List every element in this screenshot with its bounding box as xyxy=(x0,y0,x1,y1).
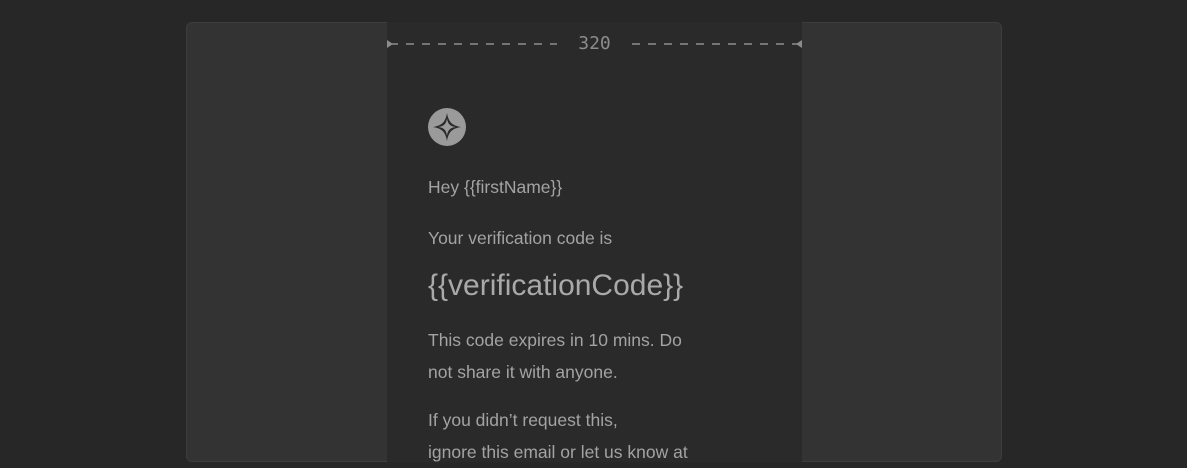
width-label: 320 xyxy=(387,33,802,54)
expiry-paragraph: This code expires in 10 mins. Do not sha… xyxy=(428,324,728,388)
greeting-text: Hey {{firstName}} xyxy=(428,177,563,197)
intro-text: Your verification code is xyxy=(428,228,613,248)
verification-code: {{verificationCode}} xyxy=(428,269,684,302)
email-preview-column: 320 Hey {{firstName}} Your verification … xyxy=(387,22,802,462)
ignore-line: ignore this email or let us know at xyxy=(428,442,688,462)
ignore-paragraph: If you didn’t request this, ignore this … xyxy=(428,404,748,468)
expiry-line: not share it with anyone. xyxy=(428,362,618,382)
ignore-line: If you didn’t request this, xyxy=(428,410,618,430)
expiry-line: This code expires in 10 mins. Do xyxy=(428,330,682,350)
width-ruler: 320 xyxy=(387,33,802,54)
sparkle-logo-icon xyxy=(428,108,466,146)
width-value: 320 xyxy=(566,33,623,54)
